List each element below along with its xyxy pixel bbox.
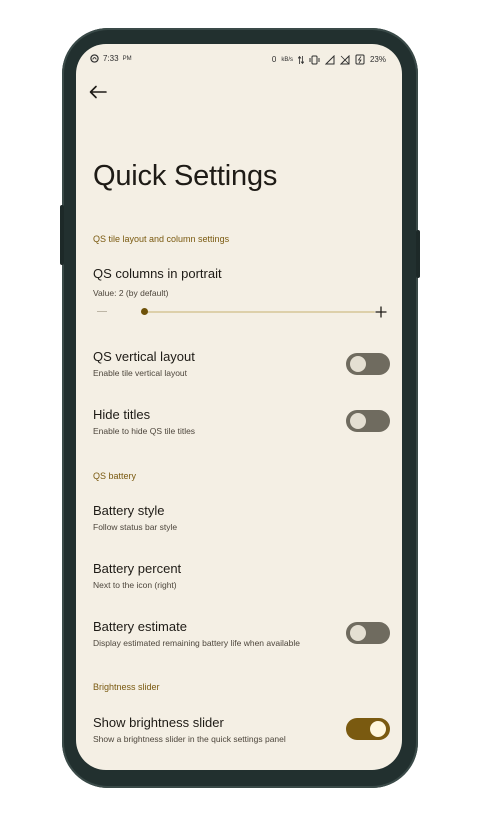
screen: 7:33 PM 0 kB/s 23% Quick Settings QS til… <box>76 44 402 770</box>
qs-columns-title: QS columns in portrait <box>93 266 222 281</box>
section-qs-tile-header: QS tile layout and column settings <box>93 234 230 244</box>
status-time: 7:33 <box>103 54 119 63</box>
page-title: Quick Settings <box>93 160 278 192</box>
battery-percent-subtitle: Next to the icon (right) <box>93 580 177 590</box>
battery-icon <box>355 54 365 65</box>
vibrate-icon <box>309 55 320 64</box>
qs-columns-slider[interactable] <box>93 304 389 320</box>
minus-icon[interactable] <box>97 311 107 312</box>
battery-style-title: Battery style <box>93 503 165 518</box>
battery-estimate-title: Battery estimate <box>93 619 187 634</box>
battery-percent-title: Battery percent <box>93 561 182 576</box>
net-speed-unit: kB/s <box>281 56 293 63</box>
net-speed: 0 <box>271 55 277 64</box>
signal-icon <box>324 54 335 64</box>
hide-titles-subtitle: Enable to hide QS tile titles <box>93 426 196 436</box>
battery-percent: 23% <box>369 55 386 64</box>
qs-vertical-layout-subtitle: Enable tile vertical layout <box>93 368 188 378</box>
show-brightness-slider-toggle[interactable] <box>346 718 390 740</box>
slider-track[interactable] <box>141 311 375 313</box>
plus-icon[interactable] <box>373 304 389 320</box>
battery-style-subtitle: Follow status bar style <box>93 522 178 532</box>
toggle-knob <box>350 413 366 429</box>
show-brightness-slider-subtitle: Show a brightness slider in the quick se… <box>93 734 286 744</box>
slider-thumb[interactable] <box>141 308 148 315</box>
toggle-knob <box>350 356 366 372</box>
arrow-back-icon <box>89 85 107 99</box>
power-button <box>416 230 420 278</box>
data-arrows-icon <box>297 55 304 64</box>
section-brightness-header: Brightness slider <box>93 682 160 692</box>
back-button[interactable] <box>86 80 110 104</box>
status-bar: 7:33 PM 0 kB/s 23% <box>76 44 402 74</box>
battery-estimate-subtitle: Display estimated remaining battery life… <box>93 638 300 648</box>
qs-columns-value: Value: 2 (by default) <box>93 288 169 298</box>
notification-icon <box>90 54 99 63</box>
status-ampm: PM <box>122 55 132 62</box>
show-brightness-slider-title: Show brightness slider <box>93 715 224 730</box>
volume-button <box>60 205 64 265</box>
hide-titles-title: Hide titles <box>93 407 151 422</box>
section-qs-battery-header: QS battery <box>93 471 137 481</box>
toggle-knob <box>350 625 366 641</box>
toggle-knob <box>370 721 386 737</box>
qs-vertical-layout-title: QS vertical layout <box>93 349 195 364</box>
wifi-off-icon <box>339 54 350 64</box>
hide-titles-toggle[interactable] <box>346 410 390 432</box>
battery-estimate-toggle[interactable] <box>346 622 390 644</box>
qs-vertical-layout-toggle[interactable] <box>346 353 390 375</box>
